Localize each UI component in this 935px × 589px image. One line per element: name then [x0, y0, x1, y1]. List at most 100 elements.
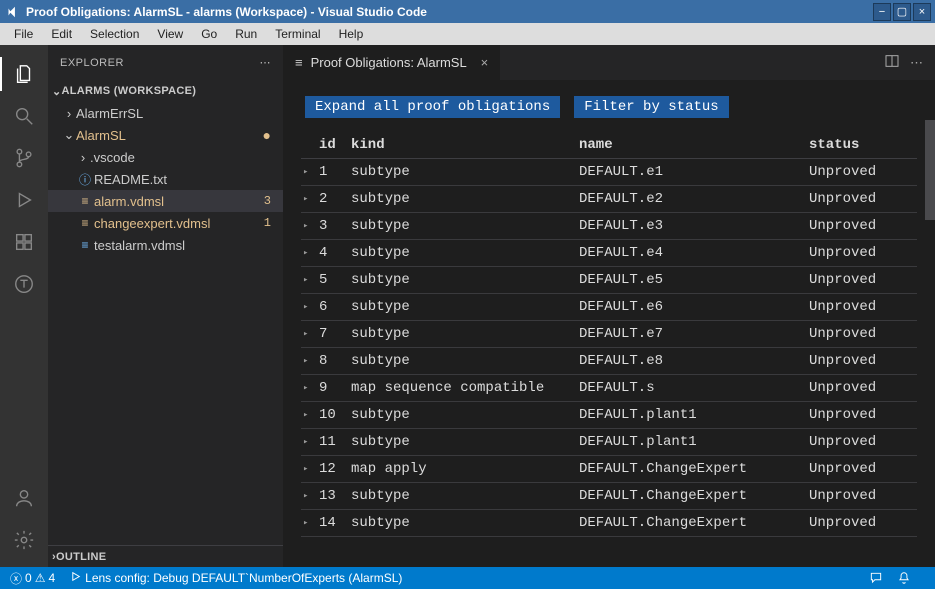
activity-extensions[interactable] — [0, 221, 48, 263]
extensions-icon — [13, 231, 35, 253]
table-row[interactable]: ▸11subtypeDEFAULT.plant1Unproved — [301, 429, 917, 456]
scrollbar-thumb[interactable] — [925, 120, 935, 220]
menu-terminal[interactable]: Terminal — [267, 25, 328, 43]
expand-row-icon[interactable]: ▸ — [301, 213, 315, 240]
expand-row-icon[interactable]: ▸ — [301, 186, 315, 213]
activity-debug[interactable] — [0, 179, 48, 221]
problems-badge: 1 — [260, 216, 275, 230]
activity-accounts[interactable] — [0, 477, 48, 519]
expand-row-icon[interactable]: ▸ — [301, 321, 315, 348]
menu-file[interactable]: File — [6, 25, 41, 43]
activity-explorer[interactable] — [0, 53, 48, 95]
outline-section[interactable]: › OUTLINE — [48, 545, 283, 567]
more-icon[interactable]: ⋯ — [260, 56, 272, 69]
activity-search[interactable] — [0, 95, 48, 137]
tree-folder-alarmerrsl[interactable]: › AlarmErrSL — [48, 102, 283, 124]
expand-all-button[interactable]: Expand all proof obligations — [305, 96, 560, 118]
table-row[interactable]: ▸10subtypeDEFAULT.plant1Unproved — [301, 402, 917, 429]
maximize-button[interactable]: ▢ — [893, 3, 911, 21]
expand-row-icon[interactable]: ▸ — [301, 240, 315, 267]
workspace-section[interactable]: ⌄ ALARMS (WORKSPACE) — [48, 80, 283, 102]
cell-id: 11 — [315, 429, 347, 456]
explorer-sidebar: EXPLORER ⋯ ⌄ ALARMS (WORKSPACE) › AlarmE… — [48, 45, 283, 567]
status-feedback[interactable] — [869, 571, 883, 585]
header-name[interactable]: name — [575, 132, 805, 159]
tree-folder-vscode[interactable]: › .vscode — [48, 146, 283, 168]
status-problems[interactable]: ⓧ0 ⚠4 — [10, 570, 55, 587]
table-row[interactable]: ▸4subtypeDEFAULT.e4Unproved — [301, 240, 917, 267]
header-status[interactable]: status — [805, 132, 917, 159]
activity-vdm[interactable] — [0, 263, 48, 305]
cell-id: 12 — [315, 456, 347, 483]
cell-name: DEFAULT.e2 — [575, 186, 805, 213]
cell-name: DEFAULT.e7 — [575, 321, 805, 348]
table-row[interactable]: ▸3subtypeDEFAULT.e3Unproved — [301, 213, 917, 240]
activitybar — [0, 45, 48, 567]
cell-kind: subtype — [347, 159, 575, 186]
cell-kind: subtype — [347, 186, 575, 213]
header-kind[interactable]: kind — [347, 132, 575, 159]
expand-row-icon[interactable]: ▸ — [301, 429, 315, 456]
cell-kind: map sequence compatible — [347, 375, 575, 402]
header-id[interactable]: id — [315, 132, 347, 159]
tree-folder-alarmsl[interactable]: ⌄ AlarmSL ● — [48, 124, 283, 146]
table-row[interactable]: ▸2subtypeDEFAULT.e2Unproved — [301, 186, 917, 213]
table-row[interactable]: ▸13subtypeDEFAULT.ChangeExpertUnproved — [301, 483, 917, 510]
menu-run[interactable]: Run — [227, 25, 265, 43]
expand-row-icon[interactable]: ▸ — [301, 510, 315, 537]
cell-kind: subtype — [347, 267, 575, 294]
minimize-button[interactable]: − — [873, 3, 891, 21]
close-button[interactable]: × — [913, 3, 931, 21]
tree-file-testalarm[interactable]: ≡ testalarm.vdmsl — [48, 234, 283, 256]
expand-row-icon[interactable]: ▸ — [301, 375, 315, 402]
menu-help[interactable]: Help — [331, 25, 372, 43]
tree-file-readme[interactable]: ⓘ README.txt — [48, 168, 283, 190]
menu-edit[interactable]: Edit — [43, 25, 80, 43]
cell-status: Unproved — [805, 456, 917, 483]
cell-status: Unproved — [805, 186, 917, 213]
expand-row-icon[interactable]: ▸ — [301, 483, 315, 510]
menu-view[interactable]: View — [149, 25, 191, 43]
cell-id: 5 — [315, 267, 347, 294]
file-icon: ≡ — [76, 216, 94, 230]
expand-row-icon[interactable]: ▸ — [301, 402, 315, 429]
menu-selection[interactable]: Selection — [82, 25, 147, 43]
table-row[interactable]: ▸14subtypeDEFAULT.ChangeExpertUnproved — [301, 510, 917, 537]
file-icon: ≡ — [76, 238, 94, 252]
tab-proof-obligations[interactable]: ≡ Proof Obligations: AlarmSL × — [283, 45, 501, 80]
table-row[interactable]: ▸7subtypeDEFAULT.e7Unproved — [301, 321, 917, 348]
expand-row-icon[interactable]: ▸ — [301, 267, 315, 294]
expand-row-icon[interactable]: ▸ — [301, 348, 315, 375]
activity-scm[interactable] — [0, 137, 48, 179]
cell-id: 8 — [315, 348, 347, 375]
tree-file-alarm[interactable]: ≡ alarm.vdmsl 3 — [48, 190, 283, 212]
cell-status: Unproved — [805, 267, 917, 294]
table-row[interactable]: ▸8subtypeDEFAULT.e8Unproved — [301, 348, 917, 375]
table-row[interactable]: ▸5subtypeDEFAULT.e5Unproved — [301, 267, 917, 294]
expand-row-icon[interactable]: ▸ — [301, 456, 315, 483]
branch-icon — [13, 147, 35, 169]
more-icon[interactable]: ⋯ — [910, 55, 923, 71]
problems-badge: 3 — [260, 194, 275, 208]
table-row[interactable]: ▸1subtypeDEFAULT.e1Unproved — [301, 159, 917, 186]
table-row[interactable]: ▸9map sequence compatibleDEFAULT.sUnprov… — [301, 375, 917, 402]
tab-label: Proof Obligations: AlarmSL — [311, 55, 467, 70]
menu-go[interactable]: Go — [193, 25, 225, 43]
split-editor-icon[interactable] — [884, 53, 900, 72]
table-row[interactable]: ▸6subtypeDEFAULT.e6Unproved — [301, 294, 917, 321]
account-icon — [13, 487, 35, 509]
close-icon[interactable]: × — [481, 55, 489, 70]
cell-id: 14 — [315, 510, 347, 537]
bell-icon — [897, 571, 911, 585]
info-icon: ⓘ — [76, 171, 94, 188]
tree-file-changeexpert[interactable]: ≡ changeexpert.vdmsl 1 — [48, 212, 283, 234]
table-row[interactable]: ▸12map applyDEFAULT.ChangeExpertUnproved — [301, 456, 917, 483]
status-lens[interactable]: Lens config: Debug DEFAULT`NumberOfExper… — [69, 570, 402, 586]
expand-row-icon[interactable]: ▸ — [301, 159, 315, 186]
activity-settings[interactable] — [0, 519, 48, 561]
filter-button[interactable]: Filter by status — [574, 96, 728, 118]
status-bell[interactable] — [897, 571, 911, 585]
cell-name: DEFAULT.e5 — [575, 267, 805, 294]
expand-row-icon[interactable]: ▸ — [301, 294, 315, 321]
chevron-right-icon: › — [62, 106, 76, 121]
